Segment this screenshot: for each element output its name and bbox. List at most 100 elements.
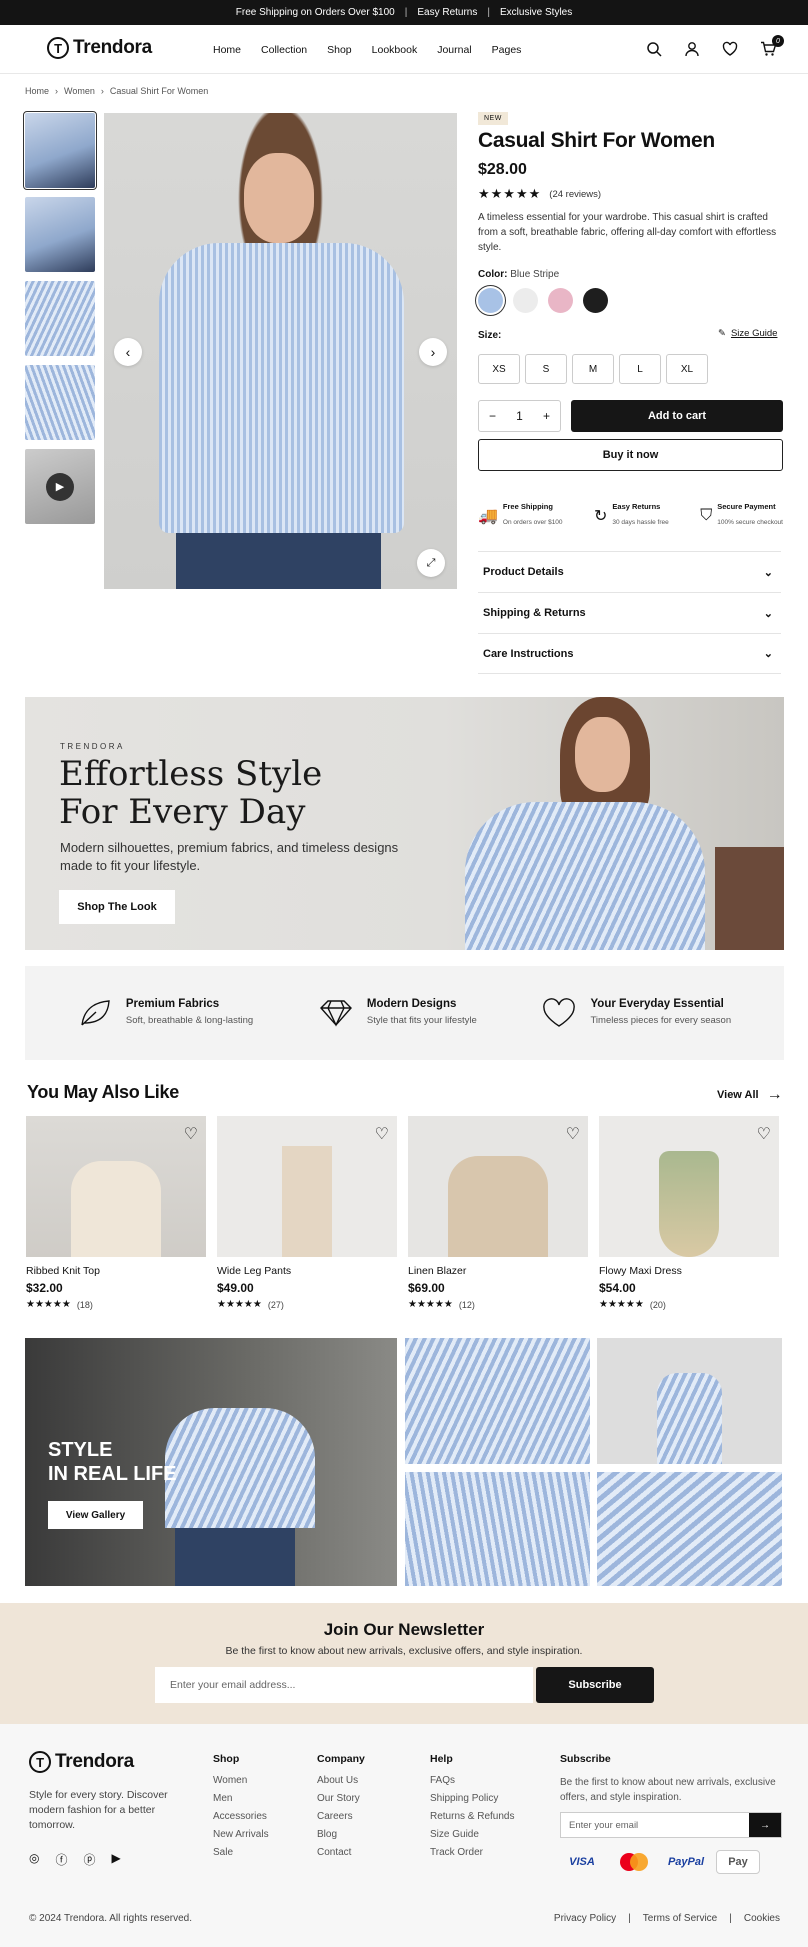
site-footer: T Trendora Style for every story. Discov… [0,1724,808,1947]
hero-title-line: For Every Day [59,792,306,832]
size-m[interactable]: M [572,354,614,384]
qty-minus-button[interactable]: − [489,409,496,423]
footer-email-input[interactable]: Enter your email [561,1813,749,1837]
product-main-image: ‹ › ⤢ [104,113,457,589]
footer-link[interactable]: Blog [317,1829,365,1840]
footer-link[interactable]: Accessories [213,1811,269,1822]
accordion-product-details[interactable]: Product Details ⌄ [478,551,781,592]
swatch-white[interactable] [513,288,538,313]
social-links: ◎ ⓕ ⓟ ▶ [29,1851,121,1868]
gallery-fabric-image[interactable] [597,1472,782,1586]
footer-link[interactable]: Men [213,1793,269,1804]
swatch-blue-stripe[interactable] [478,288,503,313]
product-card[interactable]: ♡ Wide Leg Pants $49.00 ★★★★★ (27) [217,1116,397,1310]
pinterest-icon[interactable]: ⓟ [84,1851,96,1868]
terms-link[interactable]: Terms of Service [643,1913,717,1924]
user-icon[interactable] [680,37,704,61]
accordion-care-instructions[interactable]: Care Instructions ⌄ [478,633,781,674]
cart-icon[interactable]: 0 [756,35,784,61]
footer-link[interactable]: Shipping Policy [430,1793,515,1804]
wishlist-heart-icon[interactable]: ♡ [566,1124,580,1144]
footer-logo[interactable]: T Trendora [29,1751,134,1773]
swatch-black[interactable] [583,288,608,313]
nav-pages[interactable]: Pages [492,44,522,56]
product-card[interactable]: ♡ Flowy Maxi Dress $54.00 ★★★★★ (20) [599,1116,779,1310]
search-icon[interactable] [642,37,666,61]
hero-text: Modern silhouettes, premium fabrics, and… [60,840,399,873]
footer-link[interactable]: Returns & Refunds [430,1811,515,1822]
buy-now-button[interactable]: Buy it now [478,439,783,471]
add-to-cart-button[interactable]: Add to cart [571,400,783,432]
nav-journal[interactable]: Journal [437,44,471,56]
product-price: $69.00 [408,1281,445,1295]
wishlist-heart-icon[interactable]: ♡ [375,1124,389,1144]
footer-link[interactable]: Contact [317,1847,365,1858]
gallery-sleeve-image[interactable] [405,1472,590,1586]
size-s[interactable]: S [525,354,567,384]
footer-link[interactable]: Women [213,1775,269,1786]
heart-icon[interactable] [718,37,742,61]
chevron-down-icon: ⌄ [763,648,773,660]
size-xs[interactable]: XS [478,354,520,384]
thumbnail-front[interactable] [23,111,97,190]
instagram-icon[interactable]: ◎ [29,1851,39,1868]
next-image-button[interactable]: › [419,338,447,366]
wishlist-heart-icon[interactable]: ♡ [757,1124,771,1144]
nav-collection[interactable]: Collection [261,44,307,56]
prev-image-button[interactable]: ‹ [114,338,142,366]
swatch-pink[interactable] [548,288,573,313]
thumbnail-sleeve[interactable] [25,365,95,440]
product-card[interactable]: ♡ Linen Blazer $69.00 ★★★★★ (12) [408,1116,588,1310]
breadcrumb-home[interactable]: Home [25,86,49,96]
size-l[interactable]: L [619,354,661,384]
thumbnail-back[interactable] [25,197,95,272]
perk-secure: ⛉ Secure Payment 100% secure checkout [700,502,783,529]
wishlist-heart-icon[interactable]: ♡ [184,1124,198,1144]
logo[interactable]: T Trendora [47,37,152,59]
footer-link[interactable]: About Us [317,1775,365,1786]
product-image: ♡ [217,1116,397,1257]
view-gallery-button[interactable]: View Gallery [48,1501,143,1529]
accordion-shipping-returns[interactable]: Shipping & Returns ⌄ [478,592,781,633]
gallery-back-image[interactable] [597,1338,782,1464]
expand-icon[interactable]: ⤢ [417,549,445,577]
apple-pay-label: Pay [728,1856,748,1868]
announcement-text: Easy Returns [417,7,478,18]
size-xl[interactable]: XL [666,354,708,384]
nav-lookbook[interactable]: Lookbook [372,44,418,56]
striped-shirt [165,1408,315,1528]
gallery-collar-image[interactable] [405,1338,590,1464]
qty-value[interactable]: 1 [516,409,523,423]
shop-the-look-button[interactable]: Shop The Look [59,890,175,924]
footer-link[interactable]: Track Order [430,1847,515,1858]
footer-link[interactable]: Careers [317,1811,365,1822]
nav-home[interactable]: Home [213,44,241,56]
truck-icon: 🚚 [478,507,498,525]
facebook-icon[interactable]: ⓕ [55,1851,67,1868]
breadcrumb-women[interactable]: Women [64,86,95,96]
view-all-link[interactable]: View All → [717,1086,783,1104]
footer-link[interactable]: Size Guide [430,1829,515,1840]
review-count[interactable]: (24 reviews) [549,189,601,200]
product-card[interactable]: ♡ Ribbed Knit Top $32.00 ★★★★★ (18) [26,1116,206,1310]
size-guide-link[interactable]: ✎ Size Guide [718,328,777,339]
qty-plus-button[interactable]: + [543,409,550,423]
newsletter-email-input[interactable]: Enter your email address... [155,1667,533,1703]
feature-everyday-essential: Your Everyday Essential Timeless pieces f… [542,998,731,1028]
product-name: Ribbed Knit Top [26,1265,100,1277]
cookies-link[interactable]: Cookies [744,1913,780,1924]
privacy-policy-link[interactable]: Privacy Policy [554,1913,616,1924]
footer-link[interactable]: Our Story [317,1793,365,1804]
subscribe-button[interactable]: Subscribe [536,1667,654,1703]
footer-link[interactable]: Sale [213,1847,269,1858]
payment-methods: VISA PayPal Pay [560,1850,782,1874]
arrow-right-icon[interactable]: → [749,1813,781,1837]
thumbnail-video[interactable]: ▶ [25,449,95,524]
thumbnail-detail[interactable] [25,281,95,356]
footer-link[interactable]: New Arrivals [213,1829,269,1840]
nav-shop[interactable]: Shop [327,44,352,56]
youtube-icon[interactable]: ▶ [112,1851,121,1868]
accordion-label: Product Details [483,566,564,578]
footer-link[interactable]: FAQs [430,1775,515,1786]
product-name: Linen Blazer [408,1265,467,1277]
